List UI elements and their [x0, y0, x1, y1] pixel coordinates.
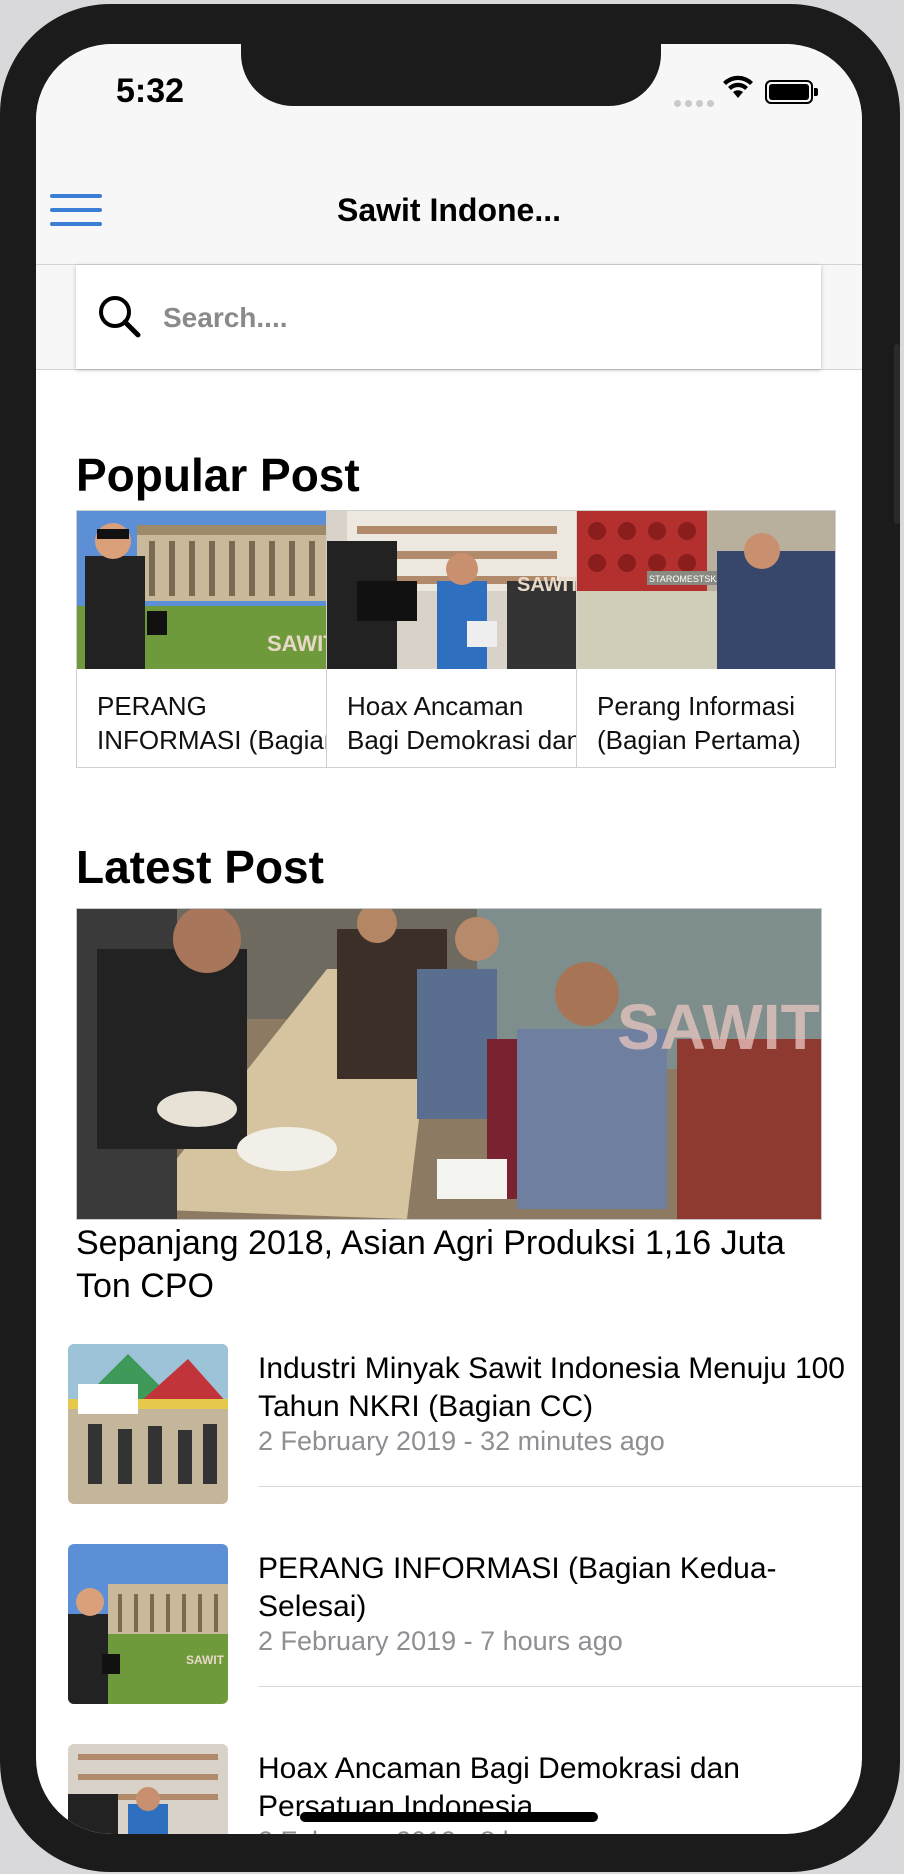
image-label: STAROMESTSKA	[649, 574, 722, 584]
post-thumbnail	[68, 1344, 228, 1504]
popular-post-title: Hoax Ancaman Bagi Demokrasi dan	[347, 691, 582, 755]
popular-post-card[interactable]: SAWIT PERANG INFORMASI (Bagian	[76, 510, 336, 768]
popular-post-title: PERANG INFORMASI (Bagian	[97, 691, 336, 755]
post-thumbnail	[68, 1744, 228, 1834]
popular-post-card[interactable]: SAWIT Hoax Ancaman Bagi Demokrasi dan	[326, 510, 586, 768]
device-frame: 5:32 Sawit Indone... Popular Post	[0, 4, 900, 1872]
popular-post-heading: Popular Post	[76, 449, 360, 501]
home-indicator[interactable]	[300, 1812, 598, 1822]
signal-icon	[674, 94, 718, 112]
search-icon	[99, 296, 141, 338]
search-bar-container	[36, 265, 862, 370]
search-input[interactable]	[161, 295, 765, 341]
post-thumbnail: STAROMESTSKA	[577, 511, 835, 669]
status-time: 5:32	[116, 72, 185, 110]
side-button	[894, 344, 900, 524]
popular-post-carousel[interactable]: SAWIT PERANG INFORMASI (Bagian SAWIT Hoa…	[76, 510, 862, 770]
latest-post-list-item[interactable]: SAWIT PERANG INFORMASI (Bagian Kedua-Sel…	[68, 1544, 862, 1744]
post-thumbnail: SAWIT	[327, 511, 585, 669]
image-watermark: SAWIT	[517, 574, 580, 596]
battery-icon	[765, 80, 818, 104]
wifi-icon	[723, 75, 753, 98]
post-title: Industri Minyak Sawit Indonesia Menuju 1…	[258, 1352, 845, 1423]
app-screen: 5:32 Sawit Indone... Popular Post	[36, 44, 862, 1834]
navigation-bar: Sawit Indone...	[36, 164, 862, 265]
popular-post-card[interactable]: STAROMESTSKA Perang Informasi (Bagian Pe…	[576, 510, 836, 768]
image-watermark: SAWIT	[186, 1653, 225, 1667]
post-title: PERANG INFORMASI (Bagian Kedua-Selesai)	[258, 1552, 777, 1623]
featured-photo: SAWIT	[77, 909, 821, 1219]
post-thumbnail: SAWIT	[68, 1544, 228, 1704]
post-date: 2 February 2019 - 32 minutes ago	[258, 1426, 665, 1456]
featured-post-image[interactable]: SAWIT	[76, 908, 822, 1220]
image-watermark: SAWIT	[617, 991, 820, 1063]
device-notch	[241, 44, 661, 106]
popular-post-title: Perang Informasi (Bagian Pertama)	[597, 691, 801, 755]
post-thumbnail: SAWIT	[77, 511, 335, 669]
page-title: Sawit Indone...	[336, 192, 561, 228]
list-divider	[258, 1486, 862, 1487]
latest-post-list-item[interactable]: Industri Minyak Sawit Indonesia Menuju 1…	[68, 1344, 862, 1544]
featured-post-title[interactable]: Sepanjang 2018, Asian Agri Produksi 1,16…	[76, 1222, 846, 1308]
latest-post-heading: Latest Post	[76, 841, 324, 893]
image-watermark: SAWIT	[267, 631, 335, 656]
post-date: 2 February 2019 - 8 hours ago	[258, 1826, 623, 1834]
search-bar[interactable]	[76, 265, 821, 369]
list-divider	[258, 1686, 862, 1687]
post-date: 2 February 2019 - 7 hours ago	[258, 1626, 623, 1656]
